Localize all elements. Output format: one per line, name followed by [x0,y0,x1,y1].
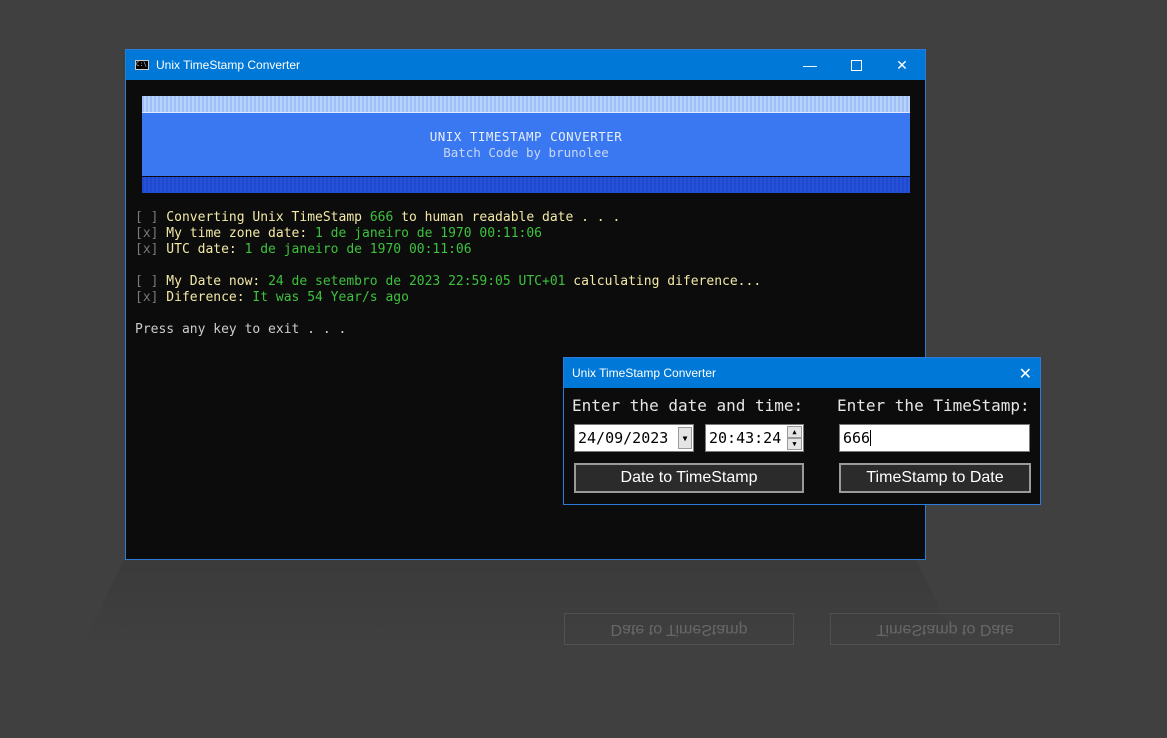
timestamp-input-value: 666 [843,429,871,447]
cmd-icon: C:\ [135,60,149,70]
checkbox-marker: [ ] [135,274,159,289]
console-line: Press any key to exit . . . [135,322,761,338]
console-line: [x] UTC date: 1 de janeiro de 1970 00:11… [135,242,761,258]
timestamp-label: Enter the TimeStamp: [837,396,1030,415]
line-text: My Date now: [158,274,269,289]
date-now-value: 24 de setembro de 2023 22:59:05 UTC+01 [268,274,566,289]
line-text: to human readable date . . . [393,210,621,225]
checkbox-marker: [ ] [135,210,159,225]
banner: UNIX TIMESTAMP CONVERTER Batch Code by b… [142,96,910,193]
date-picker[interactable]: 24/09/2023 ▼ [574,424,694,452]
checkbox-marker: [x] [135,242,159,257]
console-titlebar: C:\ Unix TimeStamp Converter — ✕ [126,50,925,80]
timestamp-input[interactable]: 666 [839,424,1030,452]
console-line: [ ] Converting Unix TimeStamp 666 to hum… [135,210,761,226]
utc-date-value: 1 de janeiro de 1970 00:11:06 [244,242,472,257]
maximize-button[interactable] [833,50,879,80]
time-spinner[interactable]: ▲ ▼ [787,426,802,450]
banner-body: UNIX TIMESTAMP CONVERTER Batch Code by b… [142,113,910,176]
dialog-title: Unix TimeStamp Converter [572,366,717,380]
converter-dialog: Unix TimeStamp Converter ✕ Enter the dat… [563,357,1041,505]
chevron-down-icon[interactable]: ▼ [678,427,692,449]
dialog-reflection: Date to TimeStamp TimeStamp to Date [560,585,1080,645]
date-value: 24/09/2023 [578,429,669,447]
difference-value: It was 54 Year/s ago [252,290,409,305]
console-line: [x] My time zone date: 1 de janeiro de 1… [135,226,761,242]
console-output: [ ] Converting Unix TimeStamp 666 to hum… [135,210,761,338]
banner-subtitle: Batch Code by brunolee [443,144,609,160]
spin-down-icon[interactable]: ▼ [787,438,802,450]
line-text: Diference: [158,290,253,305]
banner-title: UNIX TIMESTAMP CONVERTER [429,128,623,144]
spin-up-icon[interactable]: ▲ [787,426,802,438]
banner-bottom-strip [142,176,910,193]
exit-prompt: Press any key to exit . . . [135,322,347,337]
checkbox-marker: [x] [135,290,159,305]
line-text: My time zone date: [158,226,316,241]
console-title: Unix TimeStamp Converter [156,58,301,72]
date-to-timestamp-button[interactable]: Date to TimeStamp [574,463,804,493]
timestamp-to-date-button[interactable]: TimeStamp to Date [839,463,1031,493]
reflection-button-date-to-timestamp: Date to TimeStamp [564,613,794,645]
timestamp-value: 666 [369,210,394,225]
minimize-button[interactable]: — [787,50,833,80]
reflection-button-timestamp-to-date: TimeStamp to Date [830,613,1060,645]
banner-top-strip [142,96,910,113]
dialog-titlebar: Unix TimeStamp Converter ✕ [564,358,1040,388]
close-button[interactable]: ✕ [879,50,925,80]
dialog-close-icon[interactable]: ✕ [1019,364,1032,384]
time-value: 20:43:24 [709,429,782,447]
time-picker[interactable]: 20:43:24 ▲ ▼ [705,424,804,452]
line-text: Converting Unix TimeStamp [158,210,370,225]
text-caret [870,430,872,446]
date-time-label: Enter the date and time: [572,396,804,415]
console-line: [ ] My Date now: 24 de setembro de 2023 … [135,274,761,290]
line-text: calculating diference... [565,274,762,289]
line-text: UTC date: [158,242,245,257]
timezone-date-value: 1 de janeiro de 1970 00:11:06 [315,226,543,241]
console-line: [x] Diference: It was 54 Year/s ago [135,290,761,306]
checkbox-marker: [x] [135,226,159,241]
